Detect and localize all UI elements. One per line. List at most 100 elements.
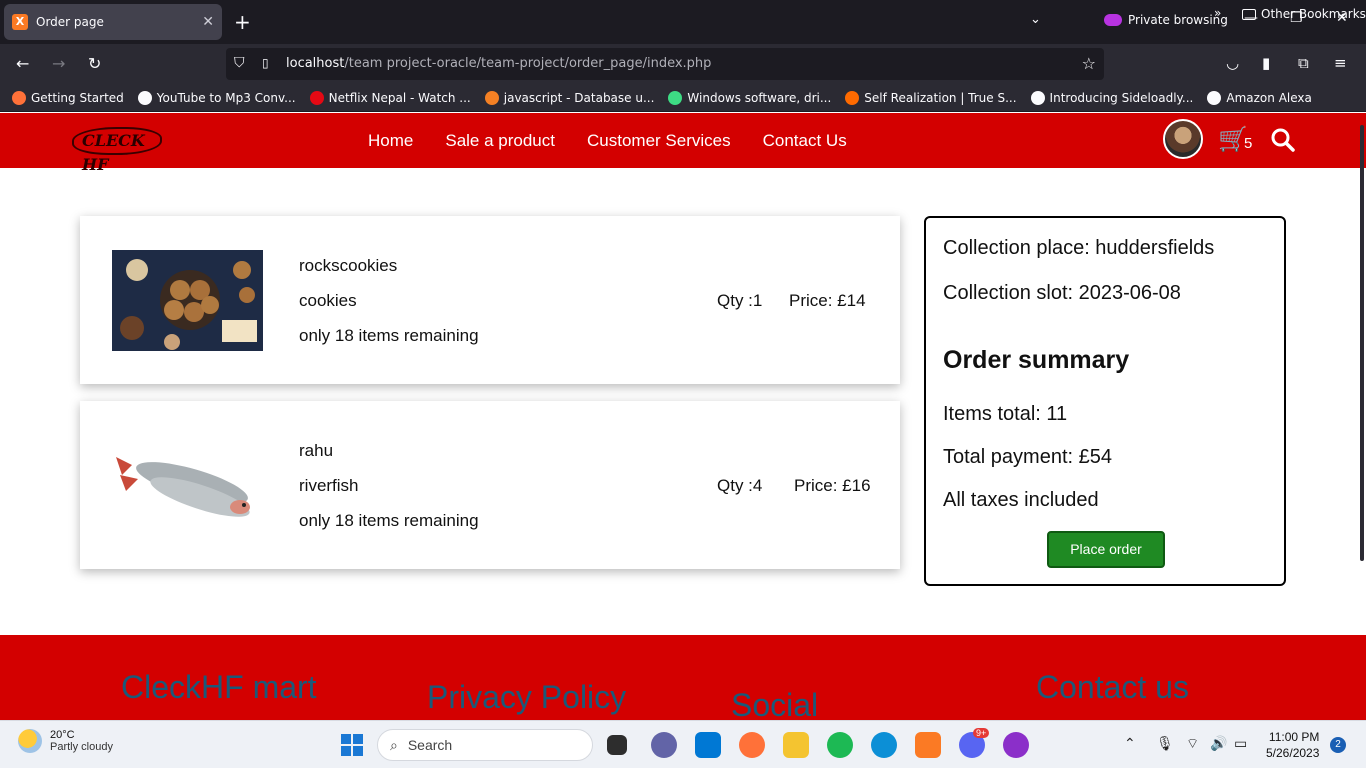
cart-item-card: rockscookies cookies only 18 items remai…: [80, 216, 900, 384]
file-explorer-icon[interactable]: [783, 732, 809, 758]
bookmarks-bar: Getting Started YouTube to Mp3 Conv... Net…: [0, 84, 1366, 112]
weather-desc: Partly cloudy: [50, 741, 113, 753]
partly-cloudy-icon: [18, 729, 42, 753]
nav-link[interactable]: Customer Services: [587, 131, 731, 151]
reload-button[interactable]: ↻: [88, 54, 101, 73]
bookmark-label: Self Realization | True S...: [864, 90, 1017, 105]
fish-product-image: [112, 435, 263, 536]
url-host: localhost: [286, 56, 345, 71]
volume-icon[interactable]: 🔊: [1210, 735, 1227, 752]
battery-icon[interactable]: ▭: [1234, 735, 1247, 752]
bookmark-item[interactable]: Self Realization | True S...: [845, 90, 1017, 105]
bookmark-item[interactable]: Getting Started: [12, 90, 124, 105]
firefox-private-icon[interactable]: [1003, 732, 1029, 758]
extensions-puzzle-icon[interactable]: ⧉: [1298, 54, 1309, 72]
microphone-icon[interactable]: 🎙: [1156, 735, 1174, 752]
bookmark-favicon-icon: [137, 90, 152, 105]
extension-icon[interactable]: ▮: [1262, 54, 1270, 72]
site-footer: CleckHF mart Privacy Policy Social Conta…: [0, 635, 1366, 720]
collection-slot: Collection slot: 2023-06-08: [943, 282, 1181, 304]
url-text[interactable]: localhost/team project-oracle/team-proje…: [286, 56, 711, 71]
spotify-icon[interactable]: [827, 732, 853, 758]
wifi-icon[interactable]: ⌔: [1186, 735, 1199, 753]
footer-heading-privacy[interactable]: Privacy Policy: [427, 679, 626, 716]
windows-start-icon[interactable]: [340, 733, 364, 757]
taskbar-search[interactable]: ⌕ Search: [377, 729, 593, 761]
bookmark-label: YouTube to Mp3 Conv...: [156, 90, 296, 105]
bookmark-favicon-icon: [845, 90, 860, 105]
nav-link[interactable]: Home: [368, 131, 413, 151]
pocket-icon[interactable]: ◡: [1226, 54, 1239, 72]
clock-date: 5/26/2023: [1266, 746, 1320, 760]
nav-link[interactable]: Sale a product: [445, 131, 555, 151]
cookies-product-image: [112, 250, 263, 351]
private-label: Private browsing: [1128, 13, 1228, 27]
item-info: rahu riverfish only 18 items remaining: [299, 433, 479, 538]
tab-order-page[interactable]: X Order page ✕: [4, 4, 222, 40]
clock[interactable]: 11:00 PM 5/26/2023: [1266, 729, 1319, 761]
browser-nav-bar: ← → ↻ ⛉ ▯ localhost/team project-oracle/…: [0, 44, 1366, 84]
item-qty: Qty :4: [717, 476, 763, 495]
tab-list-chevron-icon[interactable]: ⌄: [1030, 12, 1041, 27]
order-summary-heading: Order summary: [943, 346, 1130, 374]
footer-heading-brand: CleckHF mart: [121, 669, 317, 705]
bookmark-favicon-icon: [668, 90, 683, 105]
item-category: riverfish: [299, 476, 359, 495]
bookmark-item[interactable]: Netflix Nepal - Watch ...: [309, 90, 471, 105]
bookmark-item[interactable]: Amazon Alexa: [1207, 90, 1312, 105]
menu-hamburger-icon[interactable]: ≡: [1334, 54, 1347, 72]
bookmark-item[interactable]: Introducing Sideloadly...: [1030, 90, 1194, 105]
items-total: Items total: 11: [943, 403, 1068, 425]
item-stock: only 18 items remaining: [299, 511, 479, 530]
address-bar[interactable]: ⛉ ▯ localhost/team project-oracle/team-p…: [226, 48, 1104, 80]
cart-item-card: rahu riverfish only 18 items remaining Q…: [80, 401, 900, 569]
bookmark-label: Introducing Sideloadly...: [1049, 90, 1194, 105]
browser-tab-bar: X Order page ✕ + ⌄ Private browsing — ❐ …: [0, 0, 1366, 44]
vscode-icon[interactable]: [695, 732, 721, 758]
site-logo[interactable]: CLECK HF: [72, 127, 162, 174]
clock-time: 11:00 PM: [1268, 730, 1320, 744]
shield-icon[interactable]: ⛉: [234, 55, 245, 71]
firefox-icon[interactable]: [739, 732, 765, 758]
back-button[interactable]: ←: [16, 54, 29, 73]
new-tab-button[interactable]: +: [234, 10, 251, 34]
bookmark-favicon-icon: [309, 90, 324, 105]
main-menu: Home Sale a product Customer Services Conta…: [368, 131, 847, 151]
folder-icon: [1242, 8, 1256, 20]
tray-overflow-icon[interactable]: ⌃: [1124, 735, 1136, 752]
search-icon: ⌕: [390, 736, 398, 753]
discord-badge: 9+: [973, 728, 990, 738]
place-order-button[interactable]: Place order: [1047, 531, 1165, 568]
bookmark-item[interactable]: javascript - Database u...: [484, 90, 655, 105]
forward-button[interactable]: →: [52, 54, 65, 73]
bookmarks-overflow-icon[interactable]: »: [1214, 6, 1221, 20]
page-scrollbar[interactable]: [1360, 125, 1364, 561]
edge-icon[interactable]: [871, 732, 897, 758]
bookmark-star-icon[interactable]: ☆: [1082, 54, 1096, 73]
notification-count[interactable]: 2: [1330, 737, 1346, 753]
page-info-icon[interactable]: ▯: [262, 56, 269, 70]
taxes-note: All taxes included: [943, 489, 1099, 511]
other-bookmarks[interactable]: Other Bookmarks: [1242, 7, 1366, 21]
other-bookmarks-label: Other Bookmarks: [1261, 7, 1366, 21]
footer-heading-contact[interactable]: Contact us: [1036, 669, 1189, 706]
collection-place: Collection place: huddersfields: [943, 237, 1215, 259]
task-view-icon[interactable]: [607, 735, 627, 755]
teams-chat-icon[interactable]: [651, 732, 677, 758]
item-info: rockscookies cookies only 18 items remai…: [299, 248, 479, 353]
item-name: rahu: [299, 441, 334, 460]
search-icon[interactable]: [1270, 127, 1296, 153]
nav-link[interactable]: Contact Us: [763, 131, 847, 151]
xampp-taskbar-icon[interactable]: [915, 732, 941, 758]
close-tab-icon[interactable]: ✕: [202, 14, 214, 30]
user-avatar[interactable]: [1163, 119, 1203, 159]
bookmark-favicon-icon: [1207, 90, 1222, 105]
bookmark-label: javascript - Database u...: [503, 90, 655, 105]
footer-heading-social: Social: [731, 687, 819, 720]
weather-widget[interactable]: 20°C Partly cloudy: [18, 729, 113, 753]
bookmark-item[interactable]: Windows software, dri...: [668, 90, 831, 105]
bookmark-item[interactable]: YouTube to Mp3 Conv...: [137, 90, 296, 105]
item-price: Price: £14: [789, 291, 866, 310]
bookmark-favicon-icon: [484, 90, 499, 105]
bookmark-favicon-icon: [12, 90, 26, 105]
